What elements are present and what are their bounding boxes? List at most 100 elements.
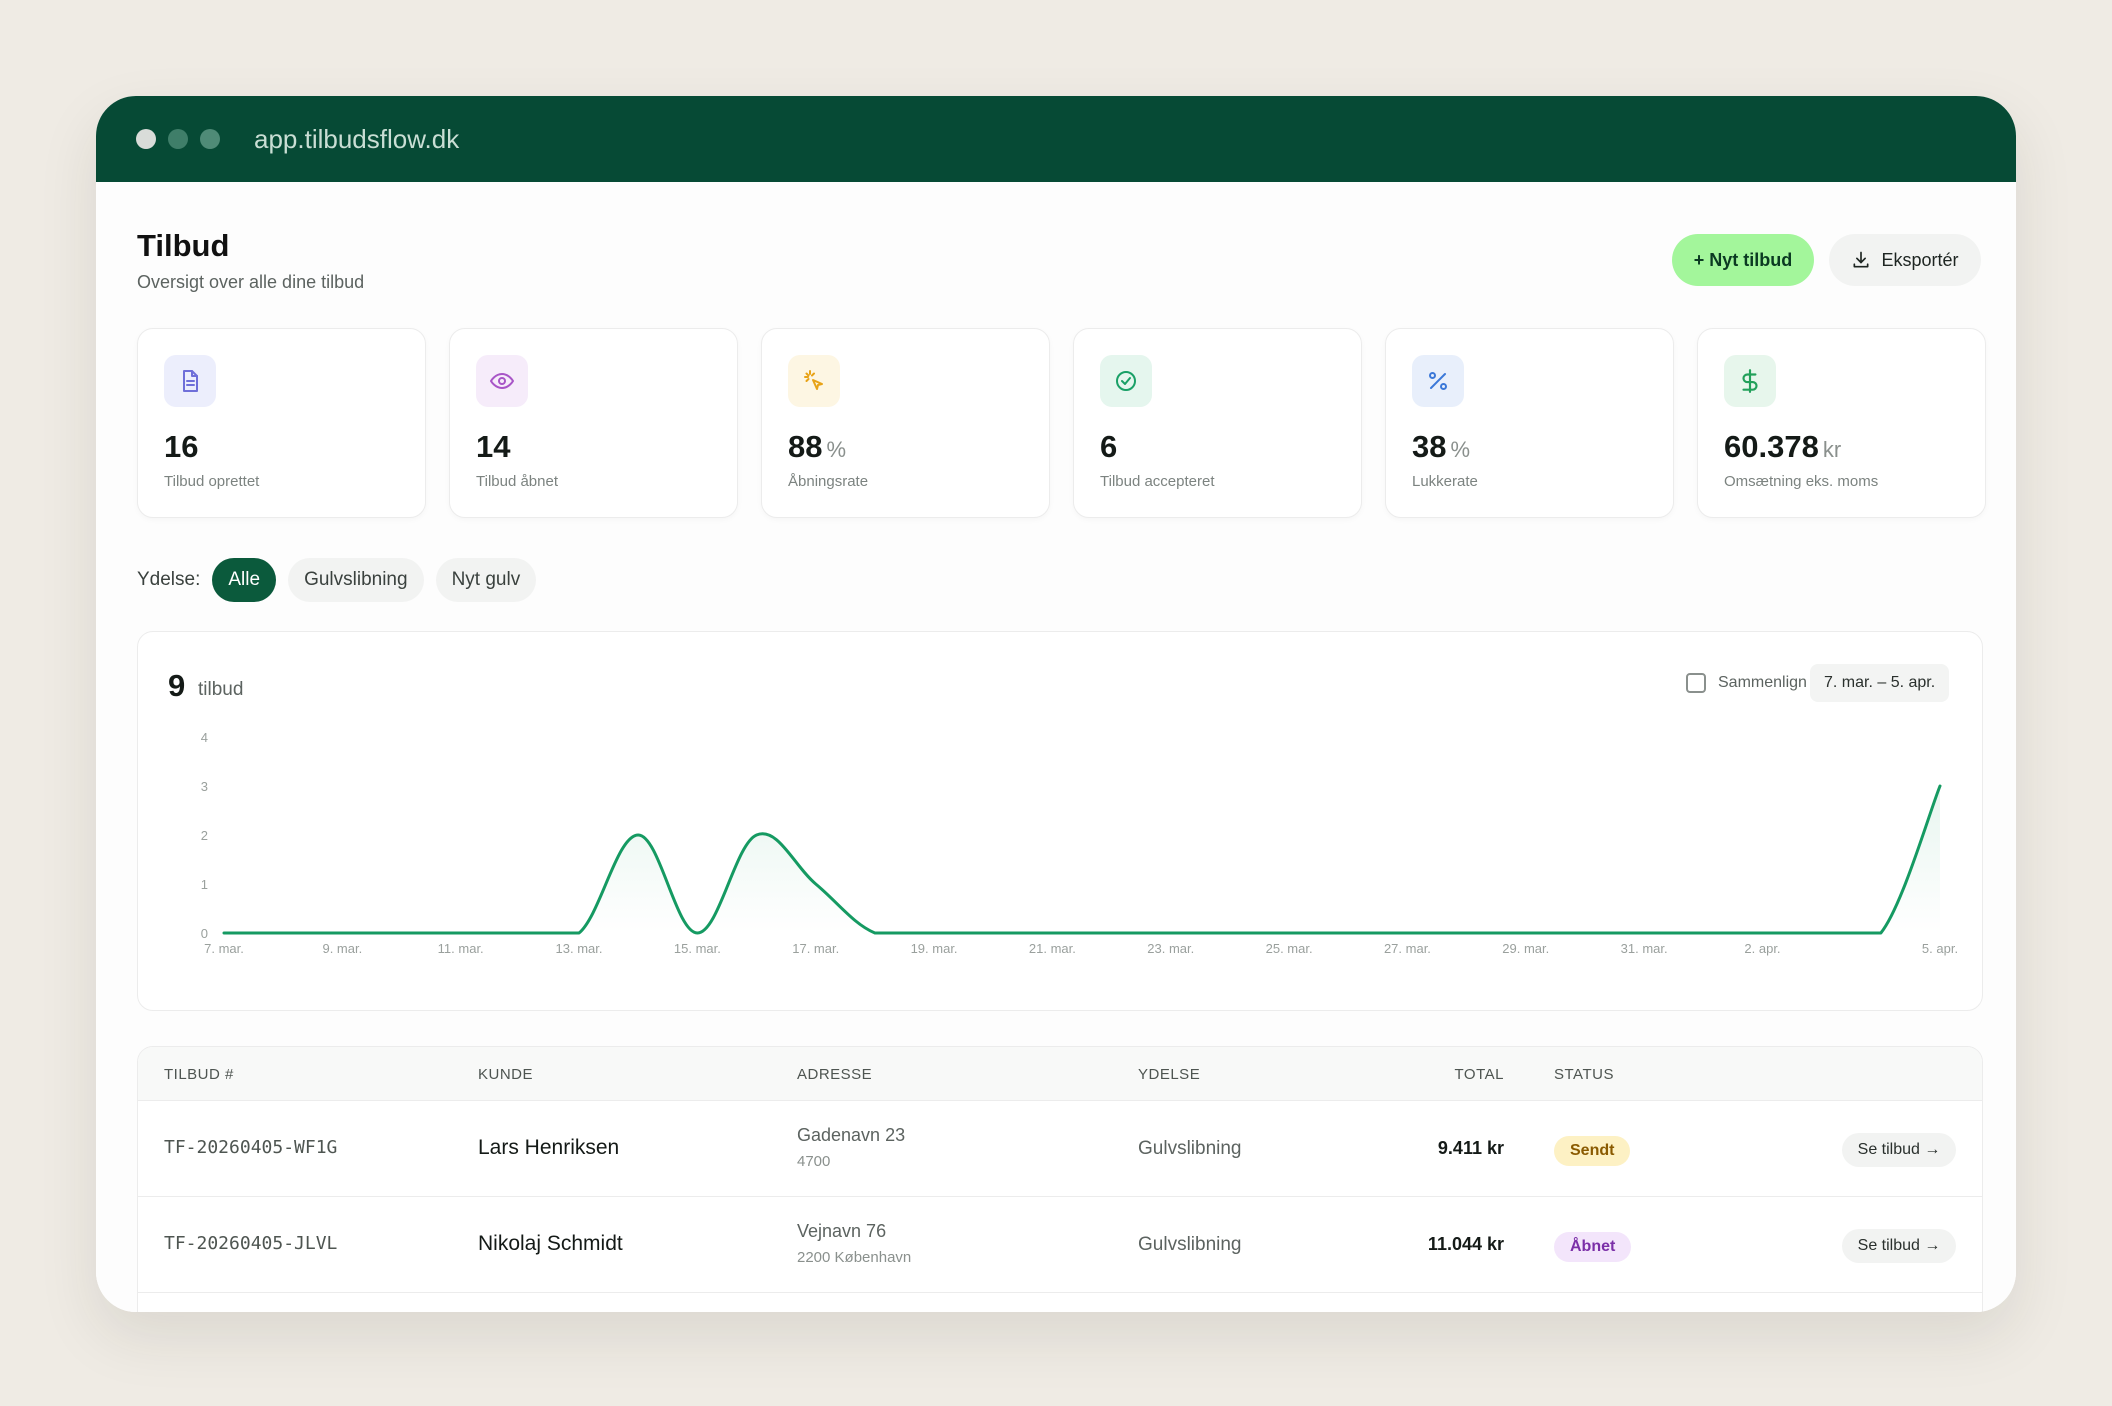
address-line: Gadenavn 23 (797, 1125, 906, 1145)
column-header-id[interactable]: TILBUD # (164, 1066, 234, 1083)
filter-label: Ydelse: (137, 569, 201, 590)
stats-row: 16 Tilbud oprettet 14 Tilbud åbnet 88% Å… (137, 328, 1986, 518)
data-point[interactable] (1461, 927, 1473, 939)
browser-window: app.tilbudsflow.dk Tilbud Oversigt over … (96, 96, 2016, 1312)
eye-icon (476, 355, 528, 407)
stat-card-created: 16 Tilbud oprettet (137, 328, 426, 518)
data-point[interactable] (810, 878, 822, 890)
data-point[interactable] (691, 927, 703, 939)
window-close-dot[interactable] (136, 129, 156, 149)
line-chart: 0 1 2 3 4 7. mar. 9. mar. 11. mar. 13. mar. 15. m… (201, 730, 1958, 956)
data-point[interactable] (1638, 927, 1650, 939)
stat-label: Åbningsrate (788, 473, 869, 490)
data-point[interactable] (218, 927, 230, 939)
data-point[interactable] (1934, 780, 1946, 792)
page-subtitle: Oversigt over alle dine tilbud (137, 272, 365, 292)
data-point[interactable] (1401, 927, 1413, 939)
document-icon (164, 355, 216, 407)
data-point[interactable] (1579, 927, 1591, 939)
y-tick-label: 4 (201, 730, 208, 745)
check-circle-icon (1100, 355, 1152, 407)
y-tick-label: 2 (201, 828, 208, 843)
page-content: Tilbud Oversigt over alle dine tilbud + … (96, 182, 2016, 1312)
stat-label: Tilbud accepteret (1100, 473, 1215, 490)
stat-value: 38% (1412, 429, 1471, 464)
new-offer-button[interactable]: + Nyt tilbud (1672, 234, 1814, 286)
stat-card-open-rate: 88% Åbningsrate (761, 328, 1050, 518)
offer-total: 11.044 kr (1427, 1234, 1504, 1254)
stat-value: 60.378 kr (1724, 429, 1842, 464)
y-tick-label: 3 (201, 779, 208, 794)
customer-name: Lars Henriksen (478, 1136, 620, 1159)
offers-table: TILBUD # KUNDE ADRESSE YDELSE TOTAL STAT… (137, 1046, 1983, 1312)
address-postal: 4700 (797, 1153, 831, 1170)
data-point[interactable] (1816, 927, 1828, 939)
series-area (224, 786, 1940, 933)
stat-label: Tilbud åbnet (476, 473, 559, 490)
customer-name: Nikolaj Schmidt (478, 1232, 623, 1255)
percent-icon (1412, 355, 1464, 407)
window-maximize-dot[interactable] (200, 129, 220, 149)
data-point[interactable] (1697, 927, 1709, 939)
download-icon (1853, 251, 1869, 268)
data-point[interactable] (396, 927, 408, 939)
data-point[interactable] (987, 927, 999, 939)
data-point[interactable] (1224, 927, 1236, 939)
offer-total: 9.411 kr (1437, 1138, 1504, 1158)
data-point[interactable] (632, 829, 644, 841)
data-point[interactable] (1875, 927, 1887, 939)
data-point[interactable] (869, 927, 881, 939)
data-point[interactable] (573, 927, 585, 939)
filter-chip-floor-sanding[interactable]: Gulvslibning (288, 558, 424, 602)
data-point[interactable] (1046, 927, 1058, 939)
y-tick-label: 1 (201, 877, 208, 892)
stat-value: 14 (476, 429, 511, 464)
table-header: TILBUD # KUNDE ADRESSE YDELSE TOTAL STAT… (138, 1047, 1982, 1101)
data-point[interactable] (336, 927, 348, 939)
stat-card-revenue: 60.378 kr Omsætning eks. moms (1697, 328, 1986, 518)
table-row[interactable]: TF-20260405-JLVL Nikolaj Schmidt Vejnavn… (138, 1197, 1982, 1293)
view-offer-button[interactable]: Se tilbud → (1842, 1229, 1956, 1263)
view-offer-button[interactable]: Se tilbud → (1842, 1133, 1956, 1167)
address-postal: 2200 København (797, 1249, 912, 1266)
data-point[interactable] (277, 927, 289, 939)
x-tick-label: 21. mar. (1029, 941, 1076, 956)
data-point[interactable] (1106, 927, 1118, 939)
column-header-address[interactable]: ADRESSE (797, 1066, 872, 1083)
x-tick-label: 27. mar. (1384, 941, 1431, 956)
x-tick-label: 17. mar. (792, 941, 839, 956)
x-tick-label: 31. mar. (1621, 941, 1668, 956)
data-point[interactable] (1165, 927, 1177, 939)
data-point[interactable] (751, 829, 763, 841)
data-point[interactable] (1520, 927, 1532, 939)
stat-card-close-rate: 38% Lukkerate (1385, 328, 1674, 518)
x-tick-label: 7. mar. (204, 941, 244, 956)
export-button[interactable]: Eksportér (1829, 234, 1981, 286)
service-filter: Ydelse: Alle Gulvslibning Nyt gulv (137, 558, 537, 602)
offer-id: TF-20260405-WF1G (164, 1137, 338, 1158)
stat-card-accepted: 6 Tilbud accepteret (1073, 328, 1362, 518)
stat-label: Omsætning eks. moms (1724, 473, 1879, 490)
column-header-status[interactable]: STATUS (1554, 1066, 1614, 1083)
data-point[interactable] (1756, 927, 1768, 939)
column-header-customer[interactable]: KUNDE (478, 1066, 533, 1083)
export-button-label: Eksportér (1881, 249, 1959, 270)
data-point[interactable] (514, 927, 526, 939)
url-text: app.tilbudsflow.dk (254, 123, 460, 154)
stat-label: Tilbud oprettet (164, 473, 260, 490)
data-point[interactable] (455, 927, 467, 939)
chart-card: 9 tilbud Sammenlign 7. mar. – 5. apr. 01… (137, 631, 1983, 1011)
x-tick-label: 19. mar. (911, 941, 958, 956)
stat-value: 16 (164, 429, 199, 464)
data-point[interactable] (1342, 927, 1354, 939)
filter-chip-all[interactable]: Alle (212, 558, 277, 602)
window-minimize-dot[interactable] (168, 129, 188, 149)
offer-id: TF-20260405-JLVL (164, 1233, 338, 1254)
table-row[interactable]: TF-20260405-WF1G Lars Henriksen Gadenavn… (138, 1101, 1982, 1197)
column-header-service[interactable]: YDELSE (1138, 1066, 1200, 1083)
y-tick-label: 0 (201, 926, 208, 941)
filter-chip-new-floor[interactable]: Nyt gulv (435, 558, 537, 602)
data-point[interactable] (1283, 927, 1295, 939)
column-header-total[interactable]: TOTAL (1455, 1066, 1504, 1083)
data-point[interactable] (928, 927, 940, 939)
